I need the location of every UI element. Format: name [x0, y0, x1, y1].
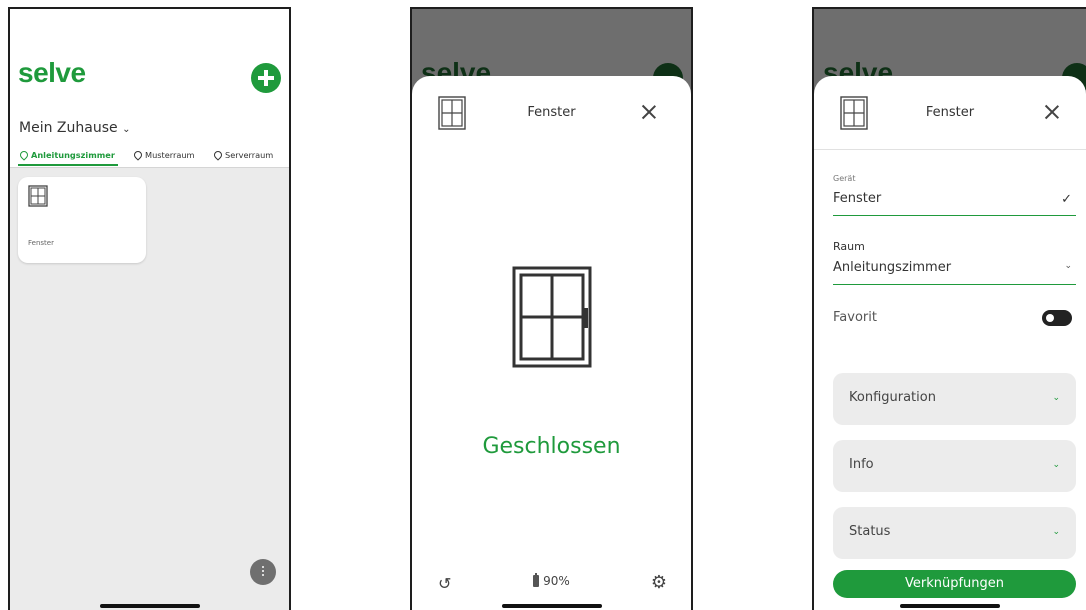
home-selector[interactable]: Mein Zuhause ⌄ [19, 120, 130, 136]
device-tile-label: Fenster [28, 239, 54, 247]
accordion-label: Info [849, 457, 874, 472]
device-field-label: Gerät [833, 174, 856, 183]
home-indicator [99, 604, 200, 608]
home-selector-label: Mein Zuhause [19, 120, 118, 136]
tab-label: Anleitungszimmer [31, 150, 115, 160]
window-illustration [512, 266, 592, 368]
home-indicator [900, 604, 1000, 608]
window-icon [28, 185, 48, 207]
favorite-toggle[interactable] [1042, 310, 1072, 326]
location-pin-icon [18, 149, 30, 161]
phone-screen-device-settings: selve Fenster Gerät Fenster ✓ Raum Anlei… [812, 7, 1086, 610]
active-tab-indicator [18, 164, 118, 166]
device-tile-fenster[interactable]: Fenster [18, 177, 146, 263]
window-status: Geschlossen [482, 434, 621, 459]
accordion-label: Konfiguration [849, 390, 936, 405]
device-field-underline [833, 215, 1076, 216]
battery-icon [533, 573, 540, 587]
more-options-button[interactable] [250, 559, 276, 585]
app-logo: selve [18, 57, 86, 88]
add-device-button[interactable] [251, 63, 281, 93]
room-field-label: Raum [833, 240, 865, 253]
location-pin-icon [132, 149, 144, 161]
gear-icon[interactable]: ⚙ [651, 572, 667, 593]
location-pin-icon [212, 149, 224, 161]
chevron-down-icon: ⌄ [1052, 460, 1060, 470]
tab-musterraum[interactable]: Musterraum [132, 149, 195, 161]
chevron-down-icon: ⌄ [1052, 527, 1060, 537]
accordion-info[interactable]: Info ⌄ [833, 440, 1076, 492]
toggle-knob [1046, 314, 1054, 322]
tab-serverraum[interactable]: Serverraum [212, 149, 274, 161]
accordion-konfiguration[interactable]: Konfiguration ⌄ [833, 373, 1076, 425]
accordion-label: Status [849, 524, 891, 539]
header-divider [814, 149, 1086, 150]
device-name-field[interactable]: Fenster [833, 191, 881, 206]
phone-screen-room-overview: selve Mein Zuhause ⌄ Anleitungszimmer Mu… [8, 7, 291, 610]
close-icon[interactable] [641, 104, 657, 120]
more-icon [262, 566, 264, 568]
room-select[interactable]: Anleitungszimmer [833, 260, 951, 275]
battery-status: 90% [412, 573, 691, 588]
chevron-down-icon: ⌄ [1052, 393, 1060, 403]
chevron-down-icon[interactable]: ⌄ [1064, 261, 1072, 271]
accordion-status[interactable]: Status ⌄ [833, 507, 1076, 559]
tab-label: Musterraum [145, 150, 195, 160]
device-toolbar: ↺ 90% ⚙ [412, 568, 691, 598]
battery-level: 90% [543, 574, 570, 588]
device-sheet: Fenster Geschlossen ↺ 90% ⚙ [412, 76, 691, 610]
links-button[interactable]: Verknüpfungen [833, 570, 1076, 598]
home-indicator [501, 604, 602, 608]
check-icon[interactable]: ✓ [1061, 192, 1072, 207]
device-settings-sheet: Fenster Gerät Fenster ✓ Raum Anleitungsz… [814, 76, 1086, 610]
room-field-underline [833, 284, 1076, 285]
chevron-down-icon: ⌄ [122, 124, 131, 135]
phone-screen-device-control: selve Fenster Geschlossen ↺ 90% ⚙ [410, 7, 693, 610]
close-icon[interactable] [1044, 104, 1060, 120]
tab-anleitungszimmer[interactable]: Anleitungszimmer [18, 149, 115, 161]
tab-label: Serverraum [225, 150, 274, 160]
favorite-label: Favorit [833, 310, 877, 325]
